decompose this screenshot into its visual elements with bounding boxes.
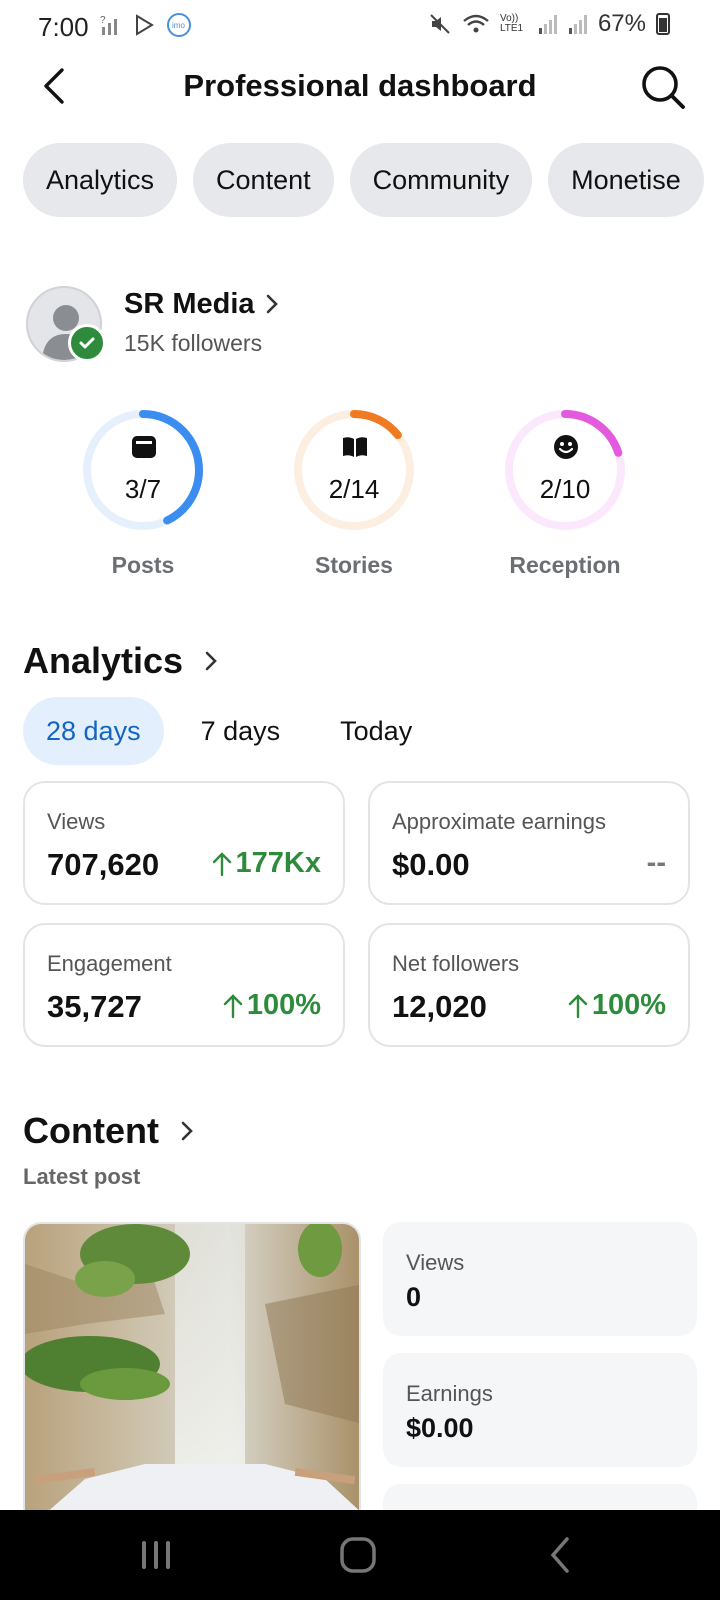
svg-text:imo: imo — [172, 21, 185, 30]
reception-label: Reception — [509, 552, 621, 578]
chip-monetise[interactable]: Monetise — [548, 143, 704, 217]
stat-delta: 100% — [568, 989, 666, 1022]
status-left-icons: ? imo — [100, 12, 192, 38]
status-time: 7:00 — [38, 12, 89, 42]
stat-delta-value: 100% — [246, 989, 321, 1021]
reception-ring-graphic — [505, 410, 625, 530]
chevron-right-icon[interactable] — [264, 292, 280, 321]
mini-label: Views — [406, 1250, 465, 1275]
ring-posts[interactable]: 3/7 Posts — [73, 406, 213, 579]
back-nav-button[interactable] — [530, 1530, 590, 1580]
stories-value: 2/14 — [328, 474, 380, 504]
latest-post-views: Views 0 — [383, 1222, 697, 1336]
chevron-right-icon — [181, 1121, 193, 1141]
system-nav-bar — [0, 1510, 720, 1600]
stat-label: Approximate earnings — [392, 809, 607, 834]
signal-1-icon — [538, 15, 557, 34]
content-title: Content — [23, 1110, 159, 1151]
latest-post-earnings: Earnings $0.00 — [383, 1353, 697, 1467]
battery-percent: 67% — [597, 10, 646, 37]
range-tab-28-days[interactable]: 28 days — [23, 697, 164, 765]
ring-reception[interactable]: 2/10 Reception — [495, 406, 635, 579]
search-icon — [642, 66, 685, 109]
chip-analytics[interactable]: Analytics — [23, 143, 178, 217]
wifi-icon — [463, 14, 489, 33]
home-button[interactable] — [328, 1530, 388, 1580]
signal-2-icon — [568, 15, 587, 34]
book-icon — [343, 437, 367, 457]
latest-post-thumbnail[interactable] — [23, 1222, 361, 1512]
mini-label: Earnings — [406, 1381, 493, 1406]
stat-label: Net followers — [392, 951, 520, 976]
imo-icon: imo — [167, 13, 191, 37]
recent-apps-icon — [142, 1541, 170, 1569]
waterfall-photo — [25, 1224, 359, 1510]
engagement-card[interactable]: Engagement 35,727 100% — [23, 923, 345, 1047]
views-card[interactable]: Views 707,620 177Kx — [23, 781, 345, 905]
content-subtitle: Latest post — [23, 1164, 141, 1189]
goal-rings: 3/7 Posts 2/14 Stories 2/10 Reception — [0, 406, 720, 586]
chip-content[interactable]: Content — [193, 143, 334, 217]
content-section-header[interactable]: Content — [23, 1110, 195, 1152]
profile-row[interactable]: SR Media 15K followers — [26, 282, 686, 362]
status-bar: 7:00 ? imo Vo)) LTE1 67% — [0, 0, 720, 52]
stat-label: Views — [47, 809, 106, 834]
arrow-up-icon — [223, 993, 243, 1018]
mini-value: $0.00 — [406, 1413, 474, 1443]
stat-value: 707,620 — [47, 847, 160, 882]
search-button[interactable] — [638, 62, 688, 112]
recent-apps-button[interactable] — [126, 1530, 186, 1580]
stat-delta: 177Kx — [212, 847, 321, 880]
network-label: Vo)) LTE1 — [499, 13, 524, 34]
range-tab-7-days[interactable]: 7 days — [178, 697, 304, 765]
stat-value: 35,727 — [47, 989, 142, 1024]
profile-name[interactable]: SR Media — [124, 288, 255, 321]
ring-stories[interactable]: 2/14 Stories — [284, 406, 424, 579]
arrow-up-icon — [212, 851, 231, 876]
home-icon — [340, 1537, 376, 1573]
mini-value: 0 — [406, 1282, 422, 1312]
stat-delta: 100% — [223, 989, 321, 1022]
posts-ring-graphic — [83, 410, 203, 530]
play-store-icon — [136, 14, 154, 36]
stat-delta: -- — [647, 847, 666, 880]
stories-ring-graphic — [294, 410, 414, 530]
posts-value: 3/7 — [124, 474, 162, 504]
range-tab-today[interactable]: Today — [317, 697, 435, 765]
reception-value: 2/10 — [539, 474, 591, 504]
svg-text:?: ? — [100, 15, 106, 26]
posts-label: Posts — [111, 552, 175, 578]
signal-unknown-icon: ? — [100, 15, 117, 35]
chevron-right-icon — [205, 651, 217, 671]
net-followers-card[interactable]: Net followers 12,020 100% — [368, 923, 690, 1047]
stat-delta-value: 100% — [591, 989, 666, 1021]
section-chips: Analytics Content Community Monetise — [23, 143, 704, 217]
top-bar: Professional dashboard — [0, 52, 720, 124]
verified-badge-icon — [68, 324, 106, 362]
mute-icon — [430, 14, 450, 34]
smiley-icon — [554, 435, 578, 459]
arrow-up-icon — [568, 993, 588, 1018]
back-nav-icon — [550, 1537, 569, 1573]
stories-label: Stories — [315, 552, 393, 578]
chip-community[interactable]: Community — [349, 143, 533, 217]
stat-delta-value: 177Kx — [235, 847, 321, 879]
stat-value: 12,020 — [392, 989, 487, 1024]
profile-followers: 15K followers — [124, 330, 263, 356]
posts-icon — [132, 436, 156, 458]
analytics-section-header[interactable]: Analytics — [23, 640, 219, 682]
status-right: Vo)) LTE1 67% — [428, 10, 670, 38]
analytics-title: Analytics — [23, 640, 184, 681]
page-title: Professional dashboard — [183, 68, 537, 103]
stat-value: $0.00 — [392, 847, 470, 882]
stat-label: Engagement — [47, 951, 172, 976]
stat-delta-value: -- — [646, 847, 666, 879]
earnings-card[interactable]: Approximate earnings $0.00 -- — [368, 781, 690, 905]
battery-icon — [656, 13, 670, 35]
range-tabs: 28 days 7 days Today — [23, 697, 449, 765]
